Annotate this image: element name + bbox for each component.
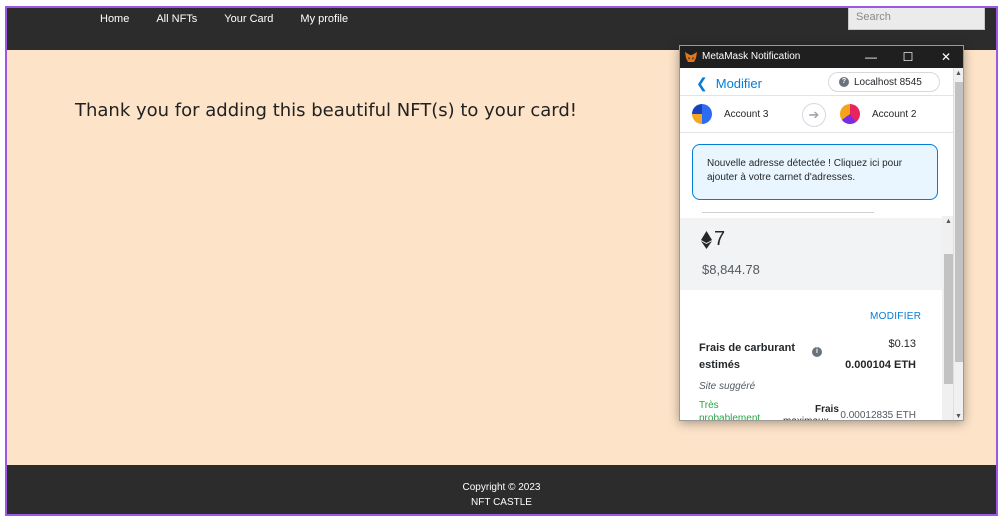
network-selector[interactable]: ? Localhost 8545 (828, 72, 940, 92)
metamask-notification-window: MetaMask Notification — ☐ ✕ ❮ Modifier ?… (679, 45, 964, 421)
outer-scrollbar-thumb[interactable] (955, 82, 963, 362)
to-account-name[interactable]: Account 2 (872, 109, 916, 120)
window-title: MetaMask Notification (702, 51, 801, 62)
top-navbar: Home All NFTs Your Card My profile Searc… (7, 8, 996, 50)
footer-copyright: Copyright © 2023 (462, 482, 541, 493)
info-icon[interactable]: i (812, 347, 822, 357)
account-transfer-bar: Account 3 ➔ Account 2 (680, 97, 955, 133)
from-account-avatar (692, 104, 712, 124)
nav-home[interactable]: Home (100, 13, 129, 25)
footer-brand: NFT CASTLE (471, 497, 532, 508)
max-fee-sublabel: maximaux (783, 416, 829, 420)
window-titlebar[interactable]: MetaMask Notification — ☐ ✕ (680, 46, 963, 68)
gas-fee-eth: 0.000104 ETH (845, 359, 916, 371)
max-fee-value: 0.00012835 ETH (840, 410, 916, 421)
outer-scrollbar[interactable]: ▲ ▼ (953, 68, 963, 420)
site-suggested-label: Site suggéré (699, 381, 756, 392)
nav-your-card[interactable]: Your Card (224, 13, 273, 25)
amount-eth: 7 (714, 228, 726, 250)
network-name: Localhost 8545 (854, 76, 922, 88)
metamask-fox-icon (685, 52, 697, 62)
arrow-right-icon: ➔ (802, 103, 826, 127)
from-account-name[interactable]: Account 3 (724, 109, 768, 120)
scroll-up-icon[interactable]: ▲ (955, 70, 962, 77)
network-icon: ? (839, 77, 849, 87)
new-address-notice[interactable]: Nouvelle adresse détectée ! Cliquez ici … (692, 144, 938, 200)
estimated-gas-fee-label: Frais de carburant estimés (699, 342, 795, 371)
back-edit-button[interactable]: ❮ Modifier (696, 75, 762, 92)
ethereum-icon (701, 231, 712, 249)
to-account-avatar (840, 104, 860, 124)
footer: Copyright © 2023 NFT CASTLE (7, 465, 996, 514)
amount-panel: 7 $8,844.78 (680, 218, 942, 290)
edit-fee-button[interactable]: MODIFIER (870, 311, 921, 322)
amount-fiat: $8,844.78 (702, 262, 760, 277)
search-input[interactable]: Search (848, 8, 985, 30)
thank-you-message: Thank you for adding this beautiful NFT(… (75, 100, 578, 121)
inner-scrollbar-thumb[interactable] (944, 254, 953, 384)
chevron-left-icon: ❮ (696, 75, 708, 91)
max-fee-label: Frais (815, 404, 839, 415)
maximize-button[interactable]: ☐ (900, 49, 916, 65)
nav-all-nfts[interactable]: All NFTs (156, 13, 197, 25)
gas-fee-usd: $0.13 (888, 338, 916, 350)
divider (680, 212, 942, 214)
nav-links: Home All NFTs Your Card My profile (100, 13, 375, 25)
likelihood-label: Très probablement (699, 400, 761, 421)
transaction-header: ❮ Modifier ? Localhost 8545 (680, 68, 955, 96)
minimize-button[interactable]: — (863, 49, 879, 65)
scroll-down-icon[interactable]: ▼ (955, 413, 962, 420)
back-edit-label: Modifier (715, 76, 762, 91)
close-button[interactable]: ✕ (938, 49, 954, 65)
nav-my-profile[interactable]: My profile (300, 13, 348, 25)
scroll-up-icon[interactable]: ▲ (945, 218, 952, 225)
